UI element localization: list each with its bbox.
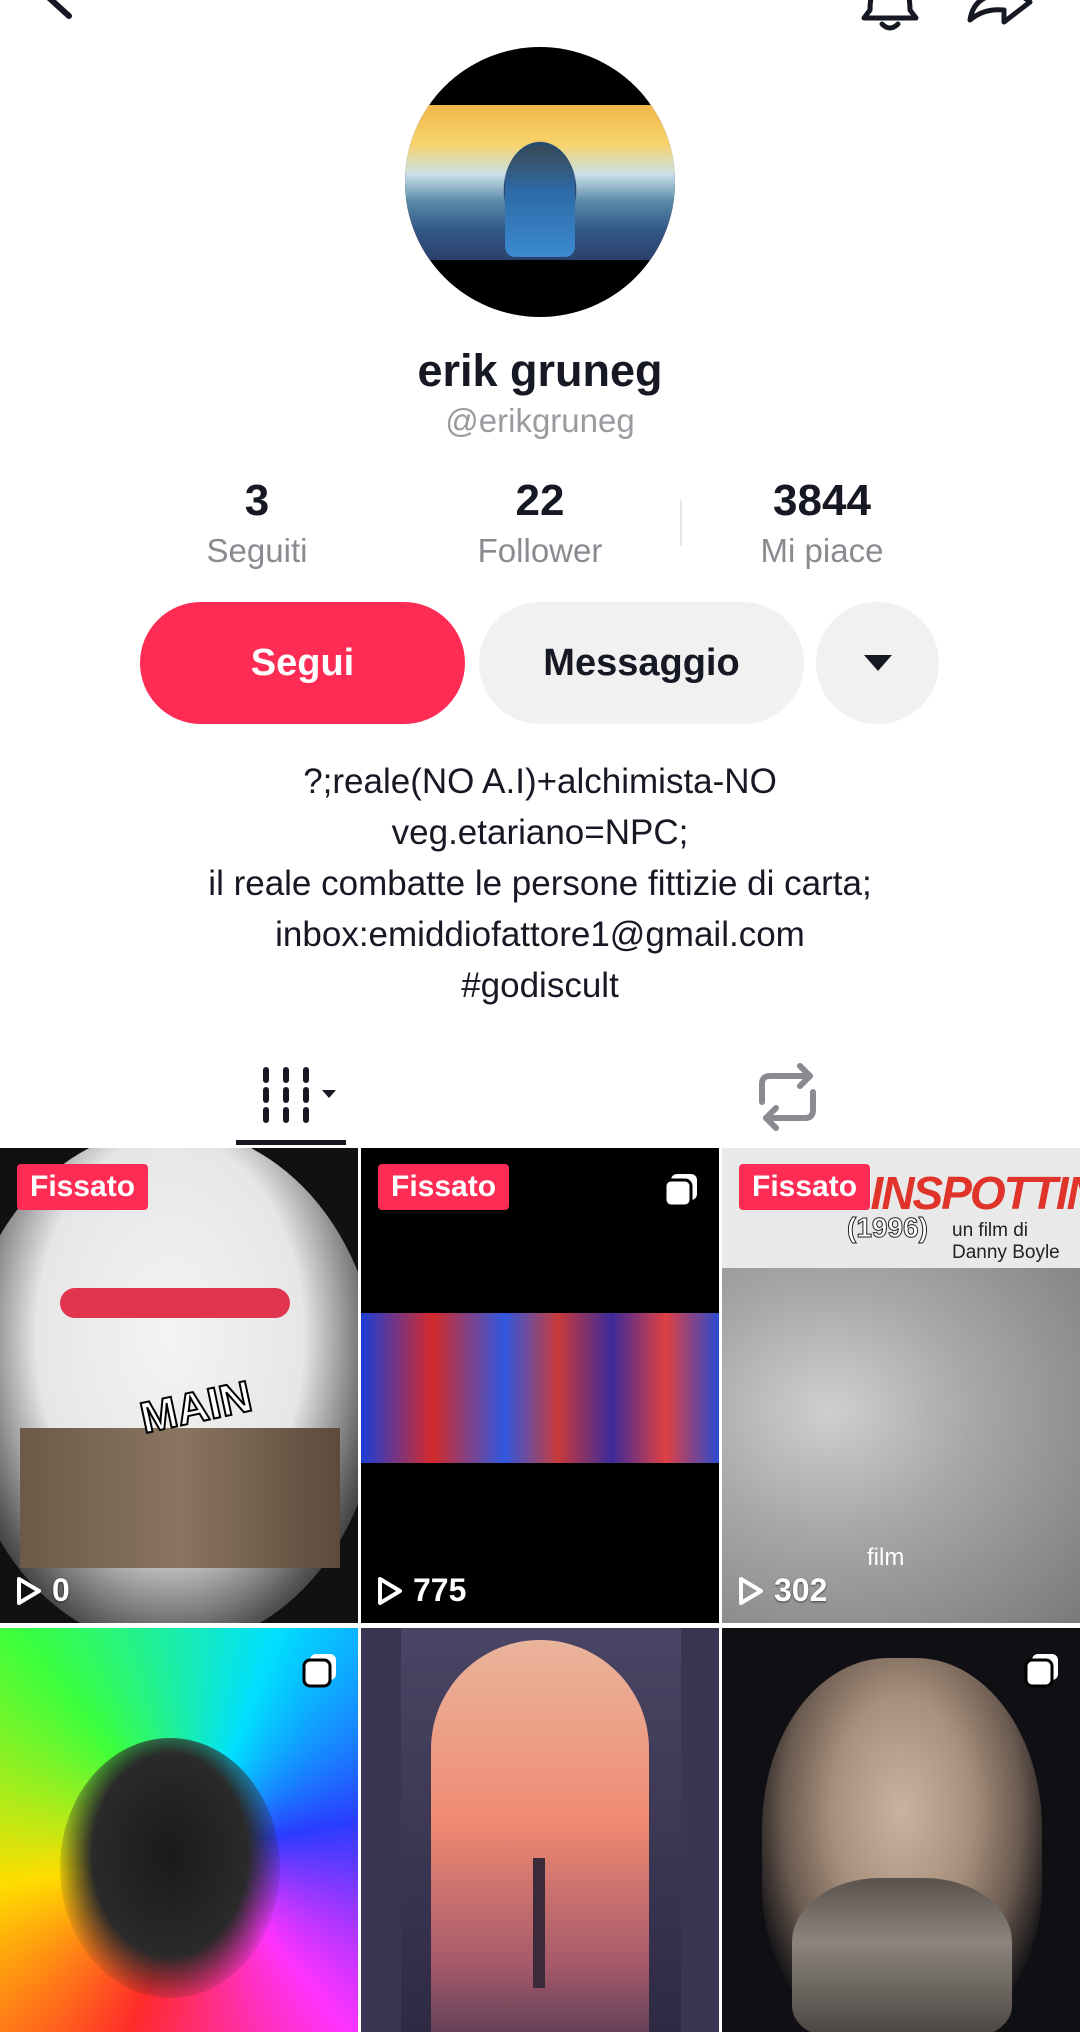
view-count-value: 0 bbox=[52, 1572, 70, 1608]
repost-icon[interactable] bbox=[740, 1050, 835, 1145]
view-count: 302 bbox=[738, 1572, 827, 1609]
stat-followers-label: Follower bbox=[477, 532, 603, 569]
poster-credit: un film di Danny Boyle bbox=[952, 1220, 1060, 1263]
multi-photo-icon bbox=[1024, 1654, 1058, 1688]
stat-following[interactable]: 3 Seguiti bbox=[127, 476, 387, 570]
thumbnail-shape bbox=[20, 1428, 340, 1568]
bio: ?;reale(NO A.I)+alchimista-NO veg.etaria… bbox=[0, 756, 1080, 1011]
bio-line: inbox:emiddiofattore1@gmail.com bbox=[275, 915, 805, 954]
stat-following-value: 3 bbox=[244, 476, 270, 525]
profile-name: erik gruneg bbox=[417, 345, 663, 396]
view-count-value: 775 bbox=[413, 1572, 467, 1608]
play-icon bbox=[378, 1576, 402, 1605]
stat-following-label: Seguiti bbox=[206, 532, 308, 569]
stat-followers[interactable]: 22 Follower bbox=[410, 476, 670, 570]
thumbnail-shape bbox=[60, 1288, 290, 1318]
video-tile-4[interactable] bbox=[0, 1628, 358, 2032]
avatar[interactable] bbox=[405, 47, 675, 317]
bio-line: ?;reale(NO A.I)+alchimista-NO bbox=[303, 762, 777, 801]
video-tile-1[interactable]: MAIN Fissato 0 bbox=[0, 1148, 358, 1623]
video-tile-6[interactable] bbox=[722, 1628, 1080, 2032]
stat-likes[interactable]: 3844 Mi piace bbox=[692, 476, 952, 570]
more-options-button[interactable] bbox=[816, 602, 939, 724]
active-tab-indicator bbox=[236, 1140, 346, 1145]
pinned-badge: Fissato bbox=[739, 1164, 871, 1210]
share-icon[interactable] bbox=[958, 0, 1038, 50]
message-button[interactable]: Messaggio bbox=[479, 602, 804, 724]
view-count: 0 bbox=[16, 1572, 70, 1609]
back-arrow-icon[interactable] bbox=[35, 0, 115, 50]
view-count-value: 302 bbox=[774, 1572, 828, 1608]
bio-line: #godiscult bbox=[461, 966, 619, 1005]
pinned-badge: Fissato bbox=[378, 1164, 510, 1210]
view-count: 775 bbox=[377, 1572, 466, 1609]
stat-followers-value: 22 bbox=[515, 476, 565, 525]
thumbnail-image bbox=[361, 1313, 719, 1463]
profile-handle: @erikgruneg bbox=[445, 402, 635, 439]
thumbnail-image bbox=[60, 1738, 280, 1998]
thumbnail-shape bbox=[533, 1858, 545, 1988]
play-icon bbox=[17, 1576, 41, 1605]
video-tile-2[interactable]: Fissato 775 bbox=[361, 1148, 719, 1623]
pinned-badge: Fissato bbox=[17, 1164, 149, 1210]
stat-likes-value: 3844 bbox=[773, 476, 871, 525]
poster-year: (1996) bbox=[847, 1212, 929, 1244]
bell-icon[interactable] bbox=[850, 0, 930, 50]
bio-line: veg.etariano=NPC; bbox=[391, 813, 689, 852]
follow-button[interactable]: Segui bbox=[140, 602, 465, 724]
caret-down-icon bbox=[863, 655, 892, 671]
avatar-person bbox=[505, 147, 575, 257]
multi-photo-icon bbox=[302, 1654, 336, 1688]
grid-icon[interactable] bbox=[236, 1050, 346, 1145]
stat-likes-label: Mi piace bbox=[760, 532, 884, 569]
multi-photo-icon bbox=[663, 1174, 697, 1208]
play-icon bbox=[739, 1576, 763, 1605]
video-tile-3[interactable]: TRAINSPOTTING (1996) un film di Danny Bo… bbox=[722, 1148, 1080, 1623]
stats-divider bbox=[680, 500, 682, 546]
thumbnail-shape bbox=[792, 1878, 1012, 2032]
bio-line: il reale combatte le persone fittizie di… bbox=[208, 864, 872, 903]
poster-caption: film bbox=[867, 1544, 905, 1571]
video-tile-5[interactable] bbox=[361, 1628, 719, 2032]
